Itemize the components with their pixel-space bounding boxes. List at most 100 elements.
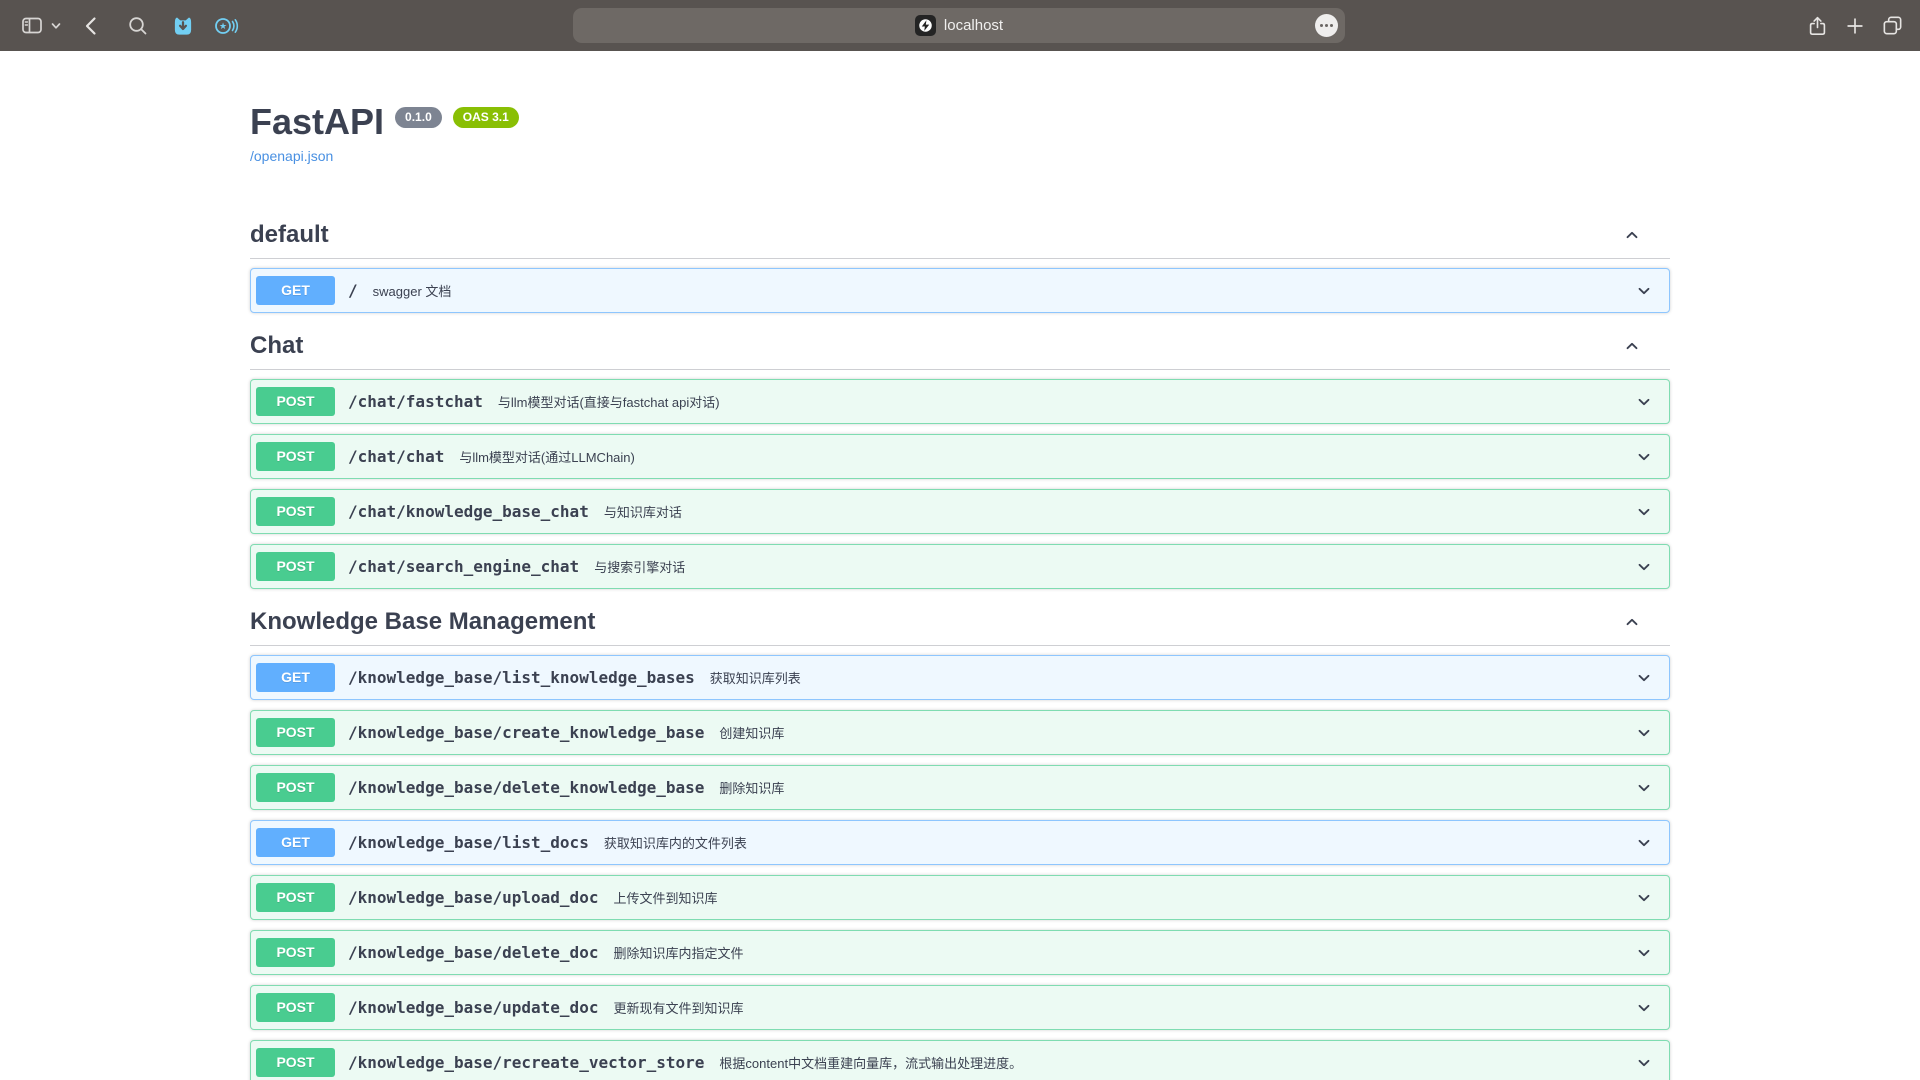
endpoint-path: /knowledge_base/list_docs: [348, 833, 589, 852]
expand-endpoint-chevron-down-icon[interactable]: [1634, 557, 1654, 577]
api-section: Knowledge Base Management GET /knowledge…: [250, 599, 1670, 1080]
endpoint-row[interactable]: POST /chat/fastchat 与llm模型对话(直接与fastchat…: [250, 379, 1670, 424]
share-icon: [1806, 14, 1829, 38]
tab-overview-button[interactable]: [1881, 14, 1904, 37]
http-method-badge: GET: [256, 276, 335, 305]
endpoint-row[interactable]: POST /chat/knowledge_base_chat 与知识库对话: [250, 489, 1670, 534]
endpoint-path: /chat/chat: [348, 447, 444, 466]
svg-text:★: ★: [219, 21, 227, 31]
expand-endpoint-chevron-down-icon[interactable]: [1634, 943, 1654, 963]
toolbar-left-group: ★: [0, 13, 240, 39]
expand-endpoint-chevron-down-icon[interactable]: [1634, 502, 1654, 522]
http-method-badge: POST: [256, 718, 335, 747]
expand-endpoint-chevron-down-icon[interactable]: [1634, 833, 1654, 853]
share-button[interactable]: [1806, 14, 1829, 38]
section-endpoints: GET / swagger 文档: [250, 268, 1670, 313]
endpoint-row[interactable]: POST /knowledge_base/upload_doc 上传文件到知识库: [250, 875, 1670, 920]
endpoint-description: 与知识库对话: [604, 502, 682, 521]
section-endpoints: GET /knowledge_base/list_knowledge_bases…: [250, 655, 1670, 1080]
endpoint-description: 根据content中文档重建向量库，流式输出处理进度。: [719, 1053, 1022, 1072]
toolbar-right-group: [1806, 0, 1904, 51]
lightning-bolt-icon: [918, 18, 933, 33]
endpoint-description: 与llm模型对话(直接与fastchat api对话): [498, 392, 720, 411]
http-method-badge: GET: [256, 663, 335, 692]
api-section: default GET / swagger 文档: [250, 212, 1670, 313]
expand-endpoint-chevron-down-icon[interactable]: [1634, 888, 1654, 908]
expand-endpoint-chevron-down-icon[interactable]: [1634, 392, 1654, 412]
http-method-badge: POST: [256, 442, 335, 471]
endpoint-row[interactable]: GET /knowledge_base/list_knowledge_bases…: [250, 655, 1670, 700]
section-header[interactable]: Knowledge Base Management: [250, 599, 1670, 646]
endpoint-path: /: [348, 281, 358, 300]
endpoint-row[interactable]: POST /knowledge_base/update_doc 更新现有文件到知…: [250, 985, 1670, 1030]
sidebar-chevron-button[interactable]: [50, 20, 62, 32]
shield-download-icon: [170, 13, 196, 39]
expand-endpoint-chevron-down-icon[interactable]: [1634, 998, 1654, 1018]
url-host-text: localhost: [944, 17, 1003, 34]
broadcast-star-icon: ★: [212, 13, 240, 39]
openapi-spec-link[interactable]: /openapi.json: [250, 148, 333, 164]
endpoint-description: 创建知识库: [719, 723, 784, 742]
endpoint-description: 上传文件到知识库: [613, 888, 717, 907]
http-method-badge: POST: [256, 1048, 335, 1077]
endpoint-description: 更新现有文件到知识库: [613, 998, 743, 1017]
search-icon: [126, 14, 150, 38]
endpoint-row[interactable]: POST /knowledge_base/delete_knowledge_ba…: [250, 765, 1670, 810]
sidebar-toggle-button[interactable]: [20, 14, 44, 38]
endpoint-path: /knowledge_base/update_doc: [348, 998, 598, 1017]
http-method-badge: POST: [256, 552, 335, 581]
page-options-button[interactable]: [1315, 14, 1338, 37]
back-button[interactable]: [80, 14, 104, 38]
endpoint-description: 获取知识库内的文件列表: [604, 833, 747, 852]
new-tab-button[interactable]: [1844, 15, 1866, 37]
http-method-badge: POST: [256, 938, 335, 967]
endpoint-row[interactable]: GET / swagger 文档: [250, 268, 1670, 313]
endpoint-row[interactable]: GET /knowledge_base/list_docs 获取知识库内的文件列…: [250, 820, 1670, 865]
chevron-down-icon: [50, 20, 62, 32]
section-title: Knowledge Base Management: [250, 608, 595, 636]
browser-toolbar: ★ localhost: [0, 0, 1920, 51]
oas-badge: OAS 3.1: [453, 107, 519, 128]
content-container: FastAPI 0.1.0 OAS 3.1 /openapi.json defa…: [250, 51, 1670, 1080]
http-method-badge: POST: [256, 497, 335, 526]
endpoint-row[interactable]: POST /chat/chat 与llm模型对话(通过LLMChain): [250, 434, 1670, 479]
section-header[interactable]: Chat: [250, 323, 1670, 370]
swagger-ui-page: FastAPI 0.1.0 OAS 3.1 /openapi.json defa…: [0, 51, 1920, 1080]
endpoint-description: 删除知识库内指定文件: [613, 943, 743, 962]
expand-endpoint-chevron-down-icon[interactable]: [1634, 723, 1654, 743]
endpoint-path: /chat/fastchat: [348, 392, 483, 411]
tab-overview-icon: [1881, 14, 1904, 37]
collapse-section-chevron-up-icon[interactable]: [1622, 225, 1642, 245]
extension-downloader-button[interactable]: [170, 13, 196, 39]
section-header[interactable]: default: [250, 212, 1670, 259]
page-title: FastAPI: [250, 101, 384, 143]
expand-endpoint-chevron-down-icon[interactable]: [1634, 778, 1654, 798]
collapse-section-chevron-up-icon[interactable]: [1622, 336, 1642, 356]
endpoint-path: /knowledge_base/delete_knowledge_base: [348, 778, 704, 797]
endpoint-row[interactable]: POST /knowledge_base/create_knowledge_ba…: [250, 710, 1670, 755]
expand-endpoint-chevron-down-icon[interactable]: [1634, 281, 1654, 301]
address-bar[interactable]: localhost: [573, 8, 1345, 43]
expand-endpoint-chevron-down-icon[interactable]: [1634, 1053, 1654, 1073]
endpoint-path: /knowledge_base/create_knowledge_base: [348, 723, 704, 742]
http-method-badge: POST: [256, 387, 335, 416]
search-button[interactable]: [126, 14, 150, 38]
sidebar-icon: [20, 14, 44, 38]
section-title: default: [250, 221, 329, 249]
endpoint-row[interactable]: POST /knowledge_base/delete_doc 删除知识库内指定…: [250, 930, 1670, 975]
http-method-badge: POST: [256, 773, 335, 802]
endpoint-row[interactable]: POST /knowledge_base/recreate_vector_sto…: [250, 1040, 1670, 1080]
back-chevron-icon: [80, 14, 104, 38]
endpoint-description: swagger 文档: [373, 281, 452, 300]
endpoint-path: /knowledge_base/list_knowledge_bases: [348, 668, 695, 687]
expand-endpoint-chevron-down-icon[interactable]: [1634, 447, 1654, 467]
api-section: Chat POST /chat/fastchat 与llm模型对话(直接与fas…: [250, 323, 1670, 589]
plus-icon: [1844, 15, 1866, 37]
title-row: FastAPI 0.1.0 OAS 3.1: [250, 101, 1670, 143]
section-endpoints: POST /chat/fastchat 与llm模型对话(直接与fastchat…: [250, 379, 1670, 589]
extension-broadcast-button[interactable]: ★: [212, 13, 240, 39]
endpoint-row[interactable]: POST /chat/search_engine_chat 与搜索引擎对话: [250, 544, 1670, 589]
expand-endpoint-chevron-down-icon[interactable]: [1634, 668, 1654, 688]
endpoint-path: /knowledge_base/recreate_vector_store: [348, 1053, 704, 1072]
collapse-section-chevron-up-icon[interactable]: [1622, 612, 1642, 632]
